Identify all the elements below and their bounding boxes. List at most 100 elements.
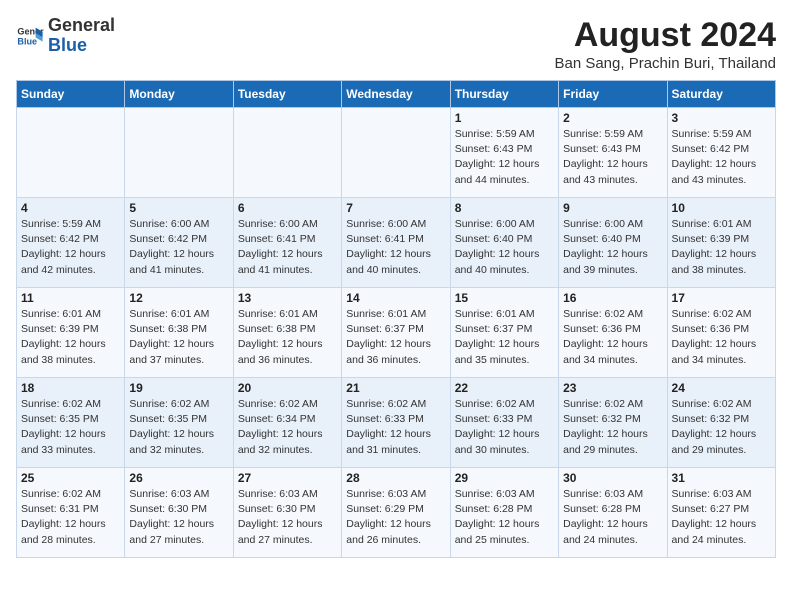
calendar-cell: 2Sunrise: 5:59 AM Sunset: 6:43 PM Daylig… — [559, 108, 667, 198]
day-number: 9 — [563, 201, 662, 215]
calendar-week-5: 25 Sunrise: 6:02 AM Sunset: 6:31 PM Dayli… — [17, 468, 776, 558]
day-number: 24 — [672, 381, 771, 395]
day-number: 11 — [21, 291, 120, 305]
logo: General Blue General Blue — [16, 16, 115, 56]
calendar-cell: 1 Sunrise: 5:59 AM Sunset: 6:43 PM Daylig… — [450, 108, 558, 198]
day-number: 20 — [238, 381, 337, 395]
day-info: Sunrise: 6:02 AM Sunset: 6:34 PM Dayligh… — [238, 397, 337, 458]
day-number: 1 — [455, 111, 554, 125]
day-info: Sunrise: 6:01 AM Sunset: 6:39 PM Dayligh… — [672, 217, 771, 278]
calendar-cell — [342, 108, 450, 198]
day-info: Sunrise: 6:00 AM Sunset: 6:42 PM Dayligh… — [129, 217, 228, 278]
calendar-week-2: 4 Sunrise: 5:59 AM Sunset: 6:42 PM Daylig… — [17, 198, 776, 288]
day-info: Sunrise: 6:01 AM Sunset: 6:37 PM Dayligh… — [346, 307, 445, 368]
day-info: Sunrise: 6:01 AM Sunset: 6:37 PM Dayligh… — [455, 307, 554, 368]
calendar-week-1: 1 Sunrise: 5:59 AM Sunset: 6:43 PM Daylig… — [17, 108, 776, 198]
calendar-cell: 18Sunrise: 6:02 AM Sunset: 6:35 PM Dayli… — [17, 378, 125, 468]
day-info: Sunrise: 6:02 AM Sunset: 6:31 PM Dayligh… — [21, 487, 120, 548]
day-info: Sunrise: 6:01 AM Sunset: 6:38 PM Dayligh… — [129, 307, 228, 368]
day-number: 2 — [563, 111, 662, 125]
calendar-cell: 26 Sunrise: 6:03 AM Sunset: 6:30 PM Dayli… — [125, 468, 233, 558]
day-number: 8 — [455, 201, 554, 215]
day-info: Sunrise: 6:02 AM Sunset: 6:36 PM Dayligh… — [563, 307, 662, 368]
day-info: Sunrise: 6:00 AM Sunset: 6:41 PM Dayligh… — [346, 217, 445, 278]
calendar-week-4: 18Sunrise: 6:02 AM Sunset: 6:35 PM Dayli… — [17, 378, 776, 468]
day-info: Sunrise: 6:02 AM Sunset: 6:33 PM Dayligh… — [455, 397, 554, 458]
day-number: 14 — [346, 291, 445, 305]
calendar-cell: 31 Sunrise: 6:03 AM Sunset: 6:27 PM Dayli… — [667, 468, 775, 558]
calendar-cell: 21Sunrise: 6:02 AM Sunset: 6:33 PM Dayli… — [342, 378, 450, 468]
day-number: 13 — [238, 291, 337, 305]
day-info: Sunrise: 6:00 AM Sunset: 6:41 PM Dayligh… — [238, 217, 337, 278]
page-title: August 2024 — [554, 16, 776, 55]
logo-icon: General Blue — [16, 22, 44, 50]
calendar-cell: 13 Sunrise: 6:01 AM Sunset: 6:38 PM Dayli… — [233, 288, 341, 378]
header-saturday: Saturday — [667, 81, 775, 108]
day-info: Sunrise: 6:03 AM Sunset: 6:30 PM Dayligh… — [238, 487, 337, 548]
logo-text: General Blue — [48, 16, 115, 56]
header-friday: Friday — [559, 81, 667, 108]
day-info: Sunrise: 6:03 AM Sunset: 6:30 PM Dayligh… — [129, 487, 228, 548]
calendar-cell: 14 Sunrise: 6:01 AM Sunset: 6:37 PM Dayli… — [342, 288, 450, 378]
day-info: Sunrise: 5:59 AM Sunset: 6:42 PM Dayligh… — [672, 127, 771, 188]
calendar-cell: 15Sunrise: 6:01 AM Sunset: 6:37 PM Dayli… — [450, 288, 558, 378]
day-number: 30 — [563, 471, 662, 485]
day-info: Sunrise: 6:00 AM Sunset: 6:40 PM Dayligh… — [455, 217, 554, 278]
header-monday: Monday — [125, 81, 233, 108]
day-number: 17 — [672, 291, 771, 305]
calendar-cell: 3 Sunrise: 5:59 AM Sunset: 6:42 PM Daylig… — [667, 108, 775, 198]
calendar-cell: 17Sunrise: 6:02 AM Sunset: 6:36 PM Dayli… — [667, 288, 775, 378]
day-info: Sunrise: 5:59 AM Sunset: 6:42 PM Dayligh… — [21, 217, 120, 278]
day-number: 16 — [563, 291, 662, 305]
day-number: 3 — [672, 111, 771, 125]
calendar-cell — [125, 108, 233, 198]
day-number: 18 — [21, 381, 120, 395]
day-info: Sunrise: 6:03 AM Sunset: 6:28 PM Dayligh… — [563, 487, 662, 548]
day-number: 4 — [21, 201, 120, 215]
calendar-cell: 10 Sunrise: 6:01 AM Sunset: 6:39 PM Dayli… — [667, 198, 775, 288]
calendar-week-3: 11 Sunrise: 6:01 AM Sunset: 6:39 PM Dayli… — [17, 288, 776, 378]
day-info: Sunrise: 6:03 AM Sunset: 6:27 PM Dayligh… — [672, 487, 771, 548]
day-number: 23 — [563, 381, 662, 395]
calendar-cell: 25 Sunrise: 6:02 AM Sunset: 6:31 PM Dayli… — [17, 468, 125, 558]
title-block: August 2024 Ban Sang, Prachin Buri, Thai… — [554, 16, 776, 72]
page-subtitle: Ban Sang, Prachin Buri, Thailand — [554, 55, 776, 72]
calendar-cell: 20 Sunrise: 6:02 AM Sunset: 6:34 PM Dayli… — [233, 378, 341, 468]
day-number: 19 — [129, 381, 228, 395]
day-number: 22 — [455, 381, 554, 395]
calendar-cell: 8 Sunrise: 6:00 AM Sunset: 6:40 PM Daylig… — [450, 198, 558, 288]
day-info: Sunrise: 6:01 AM Sunset: 6:38 PM Dayligh… — [238, 307, 337, 368]
day-info: Sunrise: 6:02 AM Sunset: 6:32 PM Dayligh… — [563, 397, 662, 458]
header-wednesday: Wednesday — [342, 81, 450, 108]
calendar-cell: 5 Sunrise: 6:00 AM Sunset: 6:42 PM Daylig… — [125, 198, 233, 288]
calendar-table: SundayMondayTuesdayWednesdayThursdayFrid… — [16, 80, 776, 558]
day-number: 21 — [346, 381, 445, 395]
day-number: 12 — [129, 291, 228, 305]
day-number: 6 — [238, 201, 337, 215]
header-thursday: Thursday — [450, 81, 558, 108]
calendar-cell: 19Sunrise: 6:02 AM Sunset: 6:35 PM Dayli… — [125, 378, 233, 468]
calendar-cell — [233, 108, 341, 198]
day-number: 10 — [672, 201, 771, 215]
calendar-cell: 9 Sunrise: 6:00 AM Sunset: 6:40 PM Daylig… — [559, 198, 667, 288]
calendar-cell: 4 Sunrise: 5:59 AM Sunset: 6:42 PM Daylig… — [17, 198, 125, 288]
calendar-header-row: SundayMondayTuesdayWednesdayThursdayFrid… — [17, 81, 776, 108]
day-number: 25 — [21, 471, 120, 485]
day-number: 28 — [346, 471, 445, 485]
day-number: 7 — [346, 201, 445, 215]
calendar-cell: 30 Sunrise: 6:03 AM Sunset: 6:28 PM Dayli… — [559, 468, 667, 558]
day-info: Sunrise: 5:59 AM Sunset: 6:43 PM Dayligh… — [455, 127, 554, 188]
day-info: Sunrise: 6:01 AM Sunset: 6:39 PM Dayligh… — [21, 307, 120, 368]
calendar-cell: 27Sunrise: 6:03 AM Sunset: 6:30 PM Dayli… — [233, 468, 341, 558]
calendar-cell: 11 Sunrise: 6:01 AM Sunset: 6:39 PM Dayli… — [17, 288, 125, 378]
header-tuesday: Tuesday — [233, 81, 341, 108]
day-number: 5 — [129, 201, 228, 215]
calendar-cell: 23 Sunrise: 6:02 AM Sunset: 6:32 PM Dayli… — [559, 378, 667, 468]
day-info: Sunrise: 6:00 AM Sunset: 6:40 PM Dayligh… — [563, 217, 662, 278]
day-number: 31 — [672, 471, 771, 485]
calendar-cell: 28Sunrise: 6:03 AM Sunset: 6:29 PM Dayli… — [342, 468, 450, 558]
calendar-cell: 6 Sunrise: 6:00 AM Sunset: 6:41 PM Daylig… — [233, 198, 341, 288]
day-number: 26 — [129, 471, 228, 485]
page-header: General Blue General Blue August 2024 Ba… — [16, 16, 776, 72]
calendar-cell: 24Sunrise: 6:02 AM Sunset: 6:32 PM Dayli… — [667, 378, 775, 468]
